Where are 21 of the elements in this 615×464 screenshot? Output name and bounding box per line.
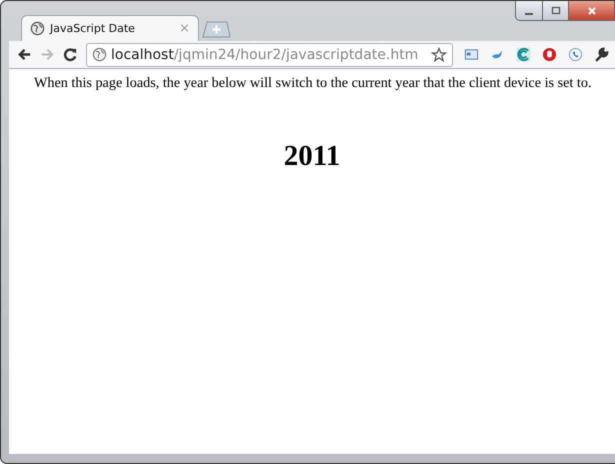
maximize-button[interactable] [543,1,569,21]
close-button[interactable] [569,1,615,21]
signal-waves-icon[interactable] [516,47,531,62]
window-icon[interactable] [464,47,479,62]
bookmark-star-icon[interactable] [431,46,447,62]
phone-icon[interactable] [568,47,583,62]
address-field[interactable]: localhost/jqmin24/hour2/javascriptdate.htm [86,42,453,66]
year-heading: 2011 [282,140,342,173]
close-icon [586,6,596,16]
intro-text: When this page loads, the year below will switch to the current year that the client device is set to. [34,75,592,92]
back-arrow-icon[interactable] [17,47,32,62]
globe-icon [92,47,107,62]
tab-title: JavaScript Date [50,22,136,35]
minimize-icon [525,12,533,14]
new-tab-button[interactable] [201,20,231,38]
reload-icon[interactable] [63,47,78,62]
globe-icon [30,21,45,36]
minimize-button[interactable] [515,1,543,21]
browser-tab[interactable]: JavaScript Date × [21,15,199,41]
maximize-icon [550,6,560,16]
wrench-icon[interactable] [594,47,609,62]
